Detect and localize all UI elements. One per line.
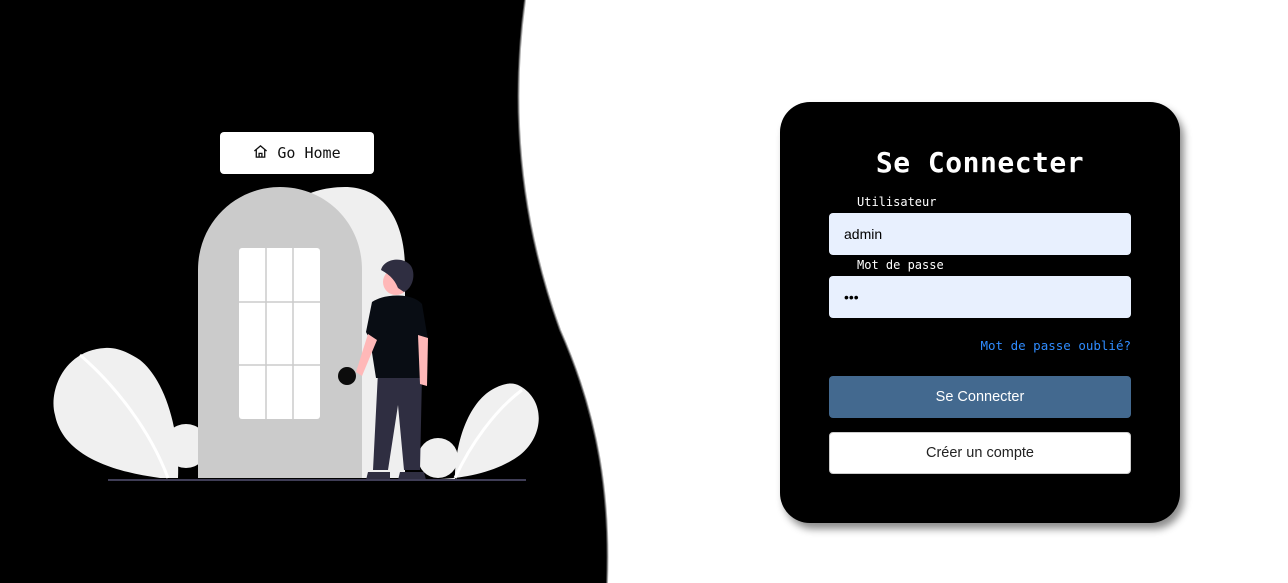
password-input[interactable]	[829, 276, 1131, 318]
forgot-password-link[interactable]: Mot de passe oublié?	[980, 338, 1131, 353]
go-home-button[interactable]: Go Home	[220, 132, 374, 174]
create-account-button[interactable]: Créer un compte	[829, 432, 1131, 474]
username-input[interactable]	[829, 213, 1131, 255]
login-submit-button[interactable]: Se Connecter	[829, 376, 1131, 418]
username-label: Utilisateur	[857, 195, 937, 209]
create-account-label: Créer un compte	[926, 445, 1034, 461]
go-home-label: Go Home	[277, 144, 341, 162]
home-icon	[253, 144, 268, 163]
password-label: Mot de passe	[857, 258, 944, 272]
login-submit-label: Se Connecter	[935, 389, 1025, 405]
door-illustration	[53, 187, 539, 481]
login-title: Se Connecter	[875, 146, 1085, 179]
